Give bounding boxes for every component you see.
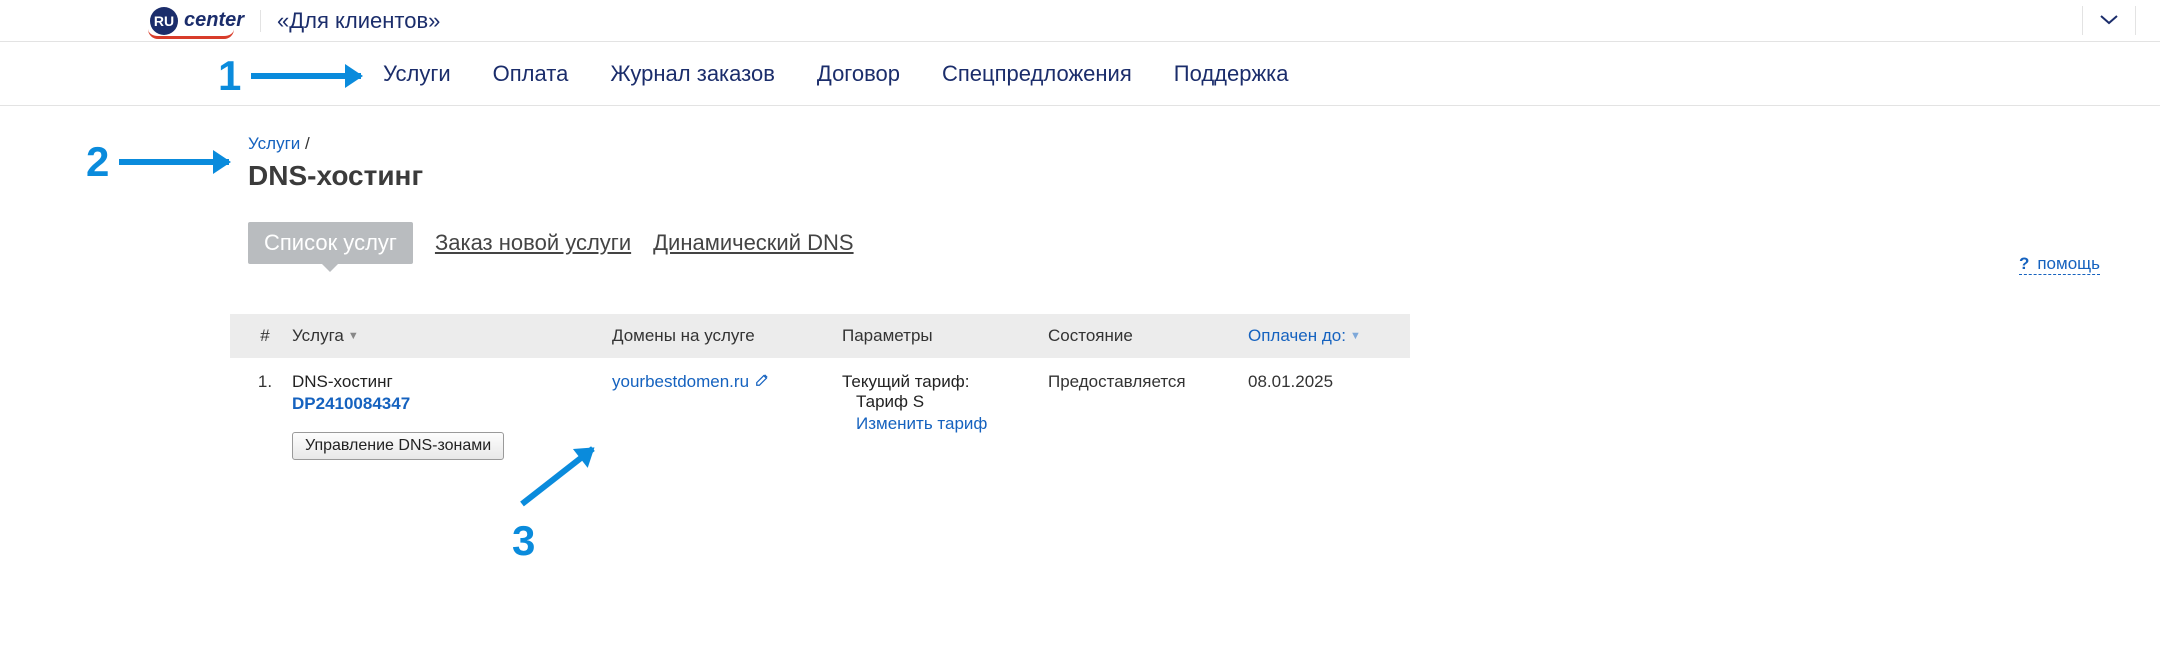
nav-orders[interactable]: Журнал заказов (610, 61, 775, 87)
help-link[interactable]: ? помощь (2019, 254, 2100, 275)
breadcrumb-sep: / (305, 134, 310, 153)
th-num: # (238, 326, 288, 346)
change-tariff-link[interactable]: Изменить тариф (842, 414, 987, 434)
breadcrumb-parent[interactable]: Услуги (248, 134, 300, 153)
help-icon: ? (2019, 254, 2029, 274)
nav-contract[interactable]: Договор (817, 61, 900, 87)
manage-dns-button[interactable]: Управление DNS-зонами (292, 432, 504, 460)
th-service-label: Услуга (292, 326, 344, 346)
service-table: # Услуга ▼ Домены на услуге Параметры Со… (230, 314, 1410, 474)
pencil-icon[interactable] (755, 372, 769, 392)
param-current-tariff-label: Текущий тариф: (842, 372, 1044, 392)
th-state: Состояние (1044, 326, 1244, 346)
th-paid-label: Оплачен до: (1248, 326, 1346, 346)
tab-dynamic-dns[interactable]: Динамический DNS (653, 224, 853, 262)
logo-arc-icon (148, 29, 234, 39)
tab-service-list[interactable]: Список услуг (248, 222, 413, 264)
topbar: RU center «Для клиентов» (0, 0, 2160, 42)
row-domains: yourbestdomen.ru (608, 372, 838, 392)
table-row: 1. DNS-хостинг DP2410084347 Управление D… (230, 358, 1410, 474)
content: Услуги / DNS-хостинг Список услуг Заказ … (0, 106, 2160, 474)
arrow-right-icon (119, 159, 229, 165)
logo[interactable]: RU center (150, 7, 244, 35)
table-header-row: # Услуга ▼ Домены на услуге Параметры Со… (230, 314, 1410, 358)
annotation-2: 2 (86, 138, 229, 186)
breadcrumb: Услуги / (248, 134, 2100, 154)
annotation-3-number: 3 (512, 517, 535, 565)
sort-caret-icon: ▼ (1350, 330, 1361, 342)
topbar-dropdown[interactable] (2082, 6, 2136, 35)
th-domains: Домены на услуге (608, 326, 838, 346)
service-name: DNS-хостинг (292, 372, 608, 392)
logo-circle-text: RU (154, 13, 174, 29)
nav-payment[interactable]: Оплата (493, 61, 569, 87)
row-params: Текущий тариф: Тариф S Изменить тариф (838, 372, 1044, 434)
logo-circle-icon: RU (150, 7, 178, 35)
nav-support[interactable]: Поддержка (1174, 61, 1289, 87)
th-paid-until[interactable]: Оплачен до: ▼ (1244, 326, 1434, 346)
topbar-divider (260, 10, 261, 32)
th-service[interactable]: Услуга ▼ (288, 326, 608, 346)
service-id-link[interactable]: DP2410084347 (292, 394, 608, 414)
arrow-right-icon (251, 73, 361, 79)
chevron-down-icon (2099, 10, 2119, 30)
row-state: Предоставляется (1044, 372, 1244, 392)
annotation-3: 3 (522, 501, 612, 565)
clients-tab[interactable]: «Для клиентов» (277, 8, 440, 34)
annotation-1-number: 1 (218, 52, 241, 100)
sort-caret-icon: ▼ (348, 330, 359, 342)
annotation-2-number: 2 (86, 138, 109, 186)
subtabs: Список услуг Заказ новой услуги Динамиче… (248, 222, 2100, 264)
page-title: DNS-хостинг (248, 160, 2100, 192)
nav-services[interactable]: Услуги (383, 61, 451, 87)
th-params: Параметры (838, 326, 1044, 346)
domain-text: yourbestdomen.ru (612, 372, 749, 392)
domain-link[interactable]: yourbestdomen.ru (612, 372, 769, 392)
row-paid-until: 08.01.2025 (1244, 372, 1434, 392)
row-service: DNS-хостинг DP2410084347 Управление DNS-… (288, 372, 608, 460)
param-tariff-value: Тариф S (842, 392, 1044, 412)
help-label: помощь (2037, 254, 2100, 274)
annotation-1: 1 (218, 52, 361, 100)
row-num: 1. (238, 372, 288, 392)
tab-new-order[interactable]: Заказ новой услуги (435, 224, 631, 262)
nav-offers[interactable]: Спецпредложения (942, 61, 1132, 87)
